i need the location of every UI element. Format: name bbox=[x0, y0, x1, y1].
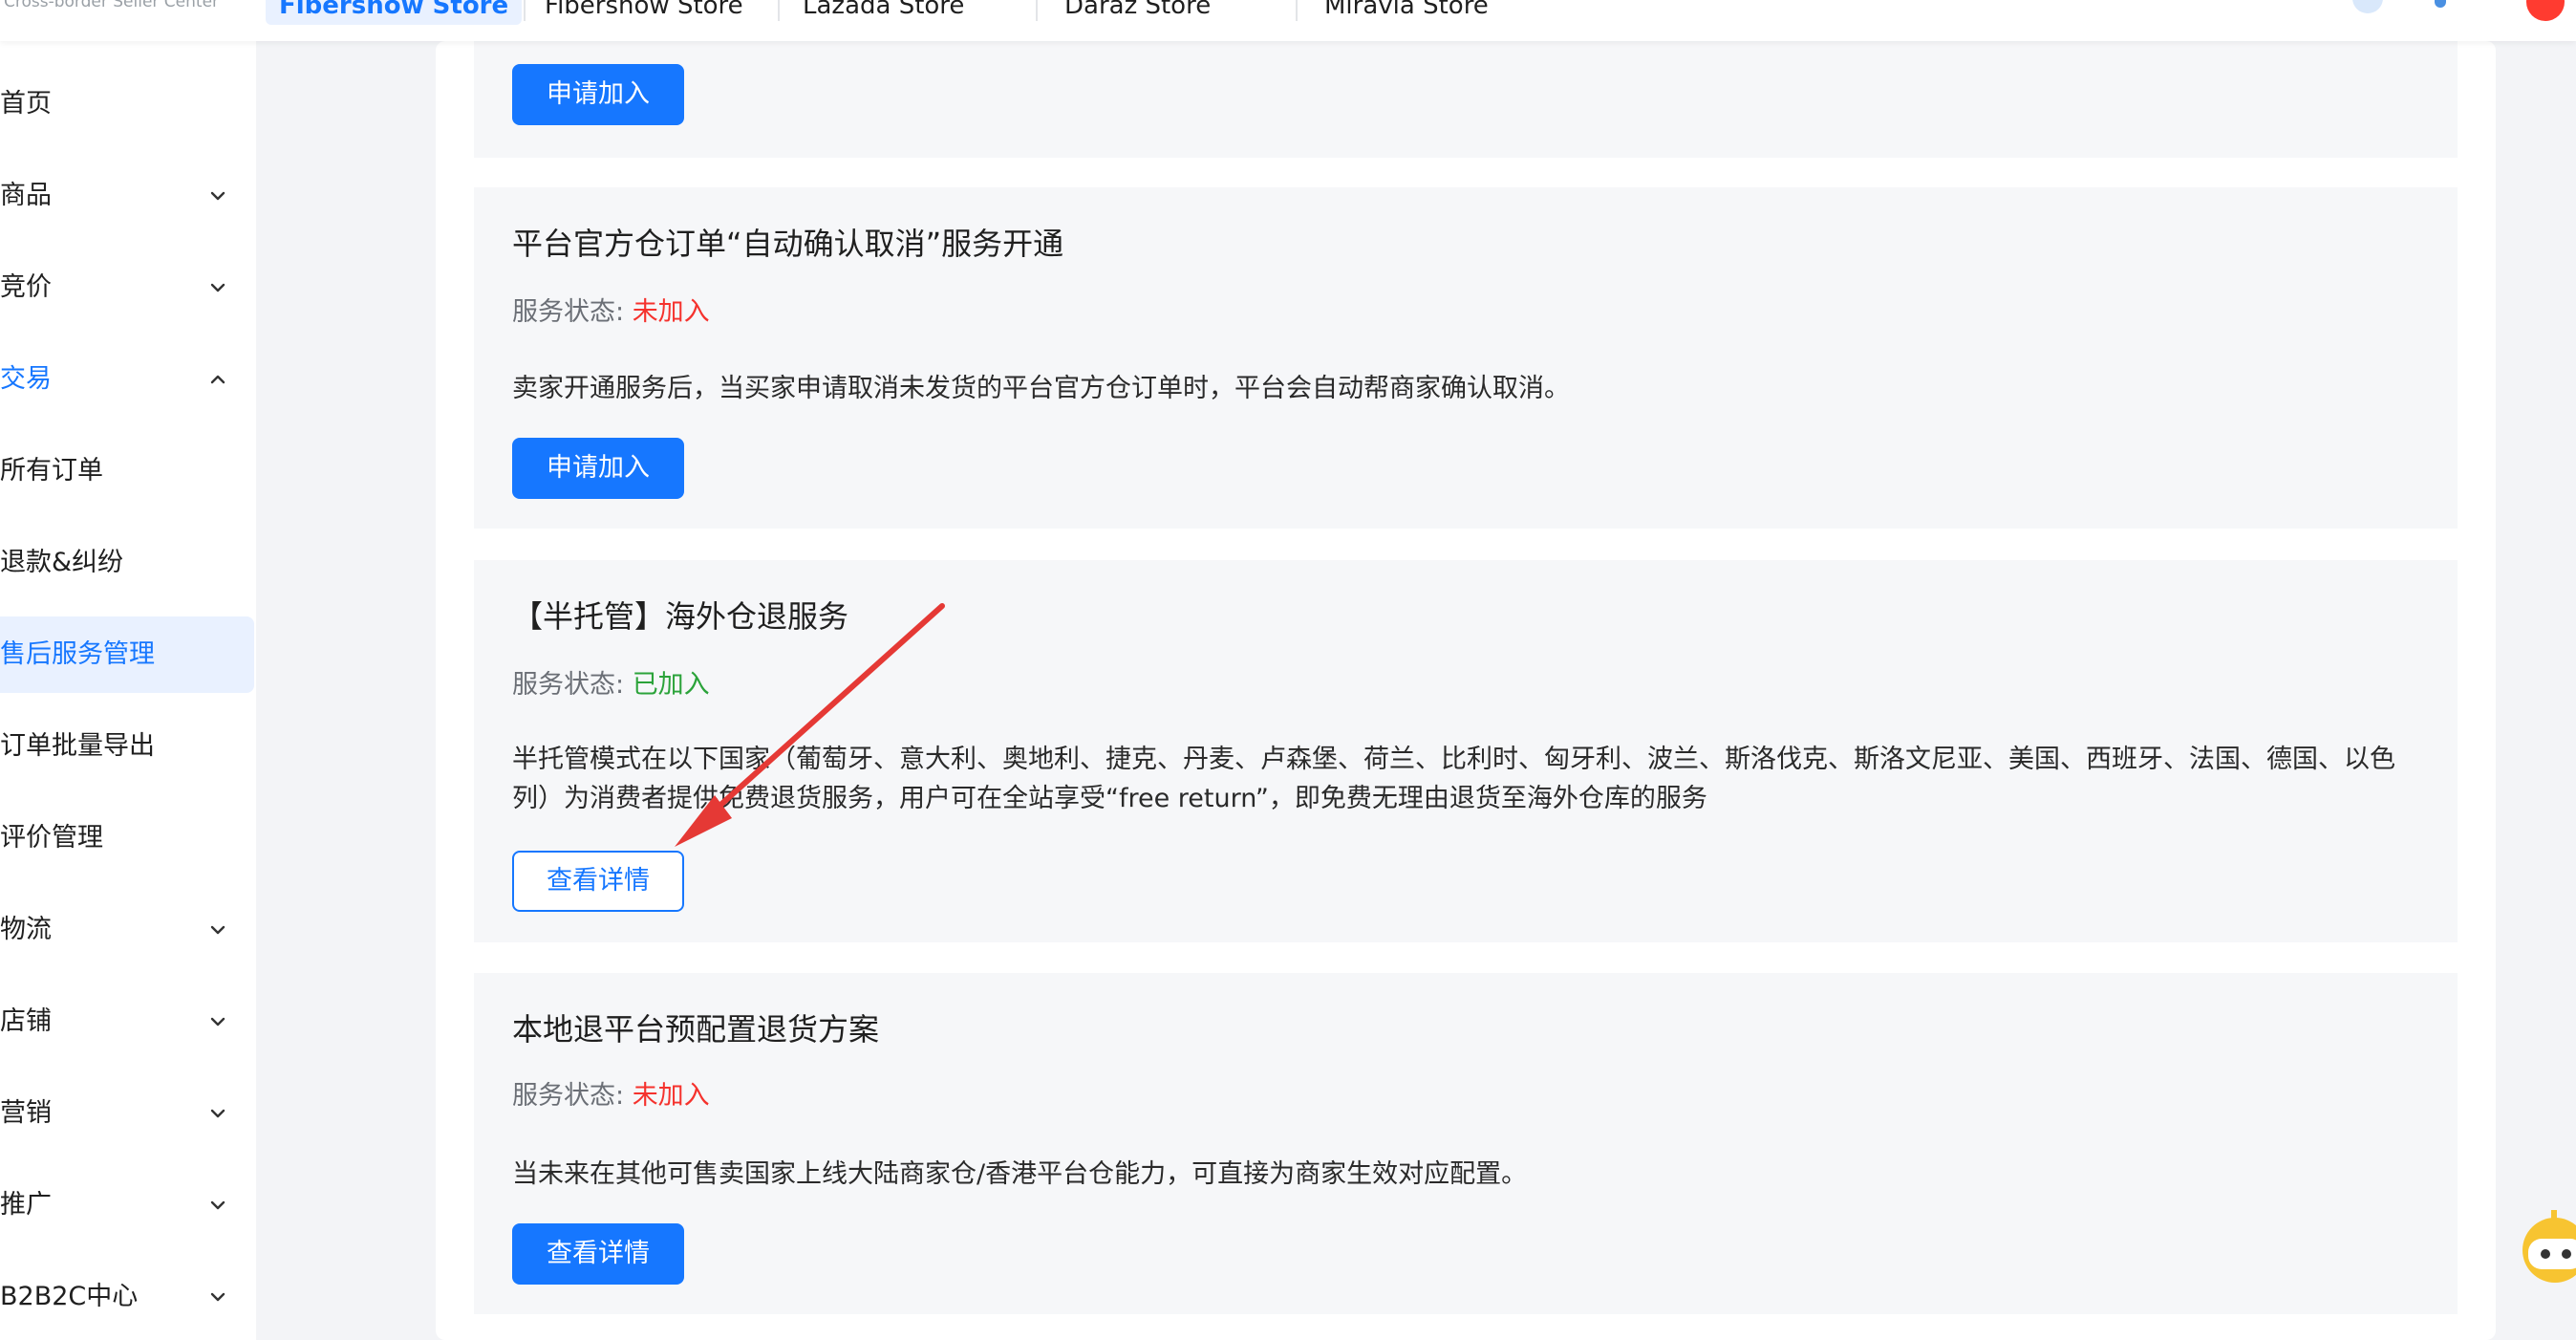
sidebar-item-marketing[interactable]: 营销 bbox=[0, 1075, 254, 1152]
chevron-down-icon bbox=[210, 283, 225, 292]
sidebar-item-label: 订单批量导出 bbox=[0, 731, 155, 761]
sidebar: 首页 商品 竞价 交易 所有订单 退款&纠纷 售后服务管理 订单批量导出 评价管… bbox=[0, 41, 256, 1340]
chevron-down-icon bbox=[210, 1200, 225, 1210]
sidebar-item-label: 店铺 bbox=[0, 1006, 52, 1036]
sidebar-item-label: B2B2C中心 bbox=[0, 1282, 139, 1311]
sidebar-item-promotion[interactable]: 推广 bbox=[0, 1167, 254, 1243]
brand-subtitle: Cross-border Seller Center bbox=[4, 0, 220, 11]
sidebar-item-label: 所有订单 bbox=[0, 456, 103, 486]
tab-divider bbox=[1296, 0, 1298, 21]
help-icon[interactable] bbox=[2435, 0, 2446, 8]
service-title: 本地退平台预配置退货方案 bbox=[512, 1011, 880, 1048]
store-tab-fibershow-1[interactable]: Fibershow Store bbox=[266, 0, 523, 25]
sidebar-item-logistics[interactable]: 物流 bbox=[0, 892, 254, 968]
service-title: 【半托管】海外仓退服务 bbox=[512, 598, 849, 635]
service-description: 当未来在其他可售卖国家上线大陆商家仓/香港平台仓能力，可直接为商家生效对应配置。 bbox=[512, 1159, 1528, 1189]
tab-divider bbox=[1036, 0, 1038, 21]
user-avatar-icon[interactable] bbox=[2526, 0, 2565, 21]
top-bar: Cross-border Seller Center Fibershow Sto… bbox=[0, 0, 2576, 41]
store-tab-lazada[interactable]: Lazada Store bbox=[789, 0, 977, 25]
tab-divider bbox=[778, 0, 780, 21]
store-tab-fibershow-2[interactable]: Fibershow Store bbox=[531, 0, 757, 25]
store-tab-miravia[interactable]: Miravia Store bbox=[1311, 0, 1502, 25]
sidebar-item-bulk-order-export[interactable]: 订单批量导出 bbox=[0, 708, 254, 785]
sidebar-item-label: 物流 bbox=[0, 915, 52, 944]
service-status-label: 服务状态: bbox=[512, 670, 633, 700]
service-card: 【半托管】海外仓退服务 服务状态: 已加入 半托管模式在以下国家（葡萄牙、意大利… bbox=[474, 560, 2458, 942]
service-card: 申请加入 bbox=[474, 41, 2458, 158]
sidebar-item-label: 营销 bbox=[0, 1098, 52, 1128]
chevron-down-icon bbox=[210, 191, 225, 201]
tab-divider bbox=[524, 0, 526, 21]
service-description: 半托管模式在以下国家（葡萄牙、意大利、奥地利、捷克、丹麦、卢森堡、荷兰、比利时、… bbox=[512, 745, 2395, 813]
view-details-button[interactable]: 查看详情 bbox=[512, 1223, 684, 1285]
service-status: 服务状态: 未加入 bbox=[512, 291, 710, 328]
status-badge: 未加入 bbox=[632, 1081, 710, 1111]
sidebar-item-review-management[interactable]: 评价管理 bbox=[0, 800, 254, 876]
service-status: 服务状态: 未加入 bbox=[512, 1074, 710, 1112]
service-description: 卖家开通服务后，当买家申请取消未发货的平台官方仓订单时，平台会自动帮商家确认取消… bbox=[512, 374, 1570, 403]
assistant-robot-icon[interactable] bbox=[2519, 1202, 2576, 1290]
sidebar-item-after-sales-management[interactable]: 售后服务管理 bbox=[0, 616, 254, 693]
service-card: 平台官方仓订单“自动确认取消”服务开通 服务状态: 未加入 卖家开通服务后，当买… bbox=[474, 187, 2458, 529]
chevron-down-icon bbox=[210, 1292, 225, 1302]
sidebar-item-all-orders[interactable]: 所有订单 bbox=[0, 433, 254, 509]
sidebar-item-store[interactable]: 店铺 bbox=[0, 983, 254, 1060]
chevron-down-icon bbox=[210, 1017, 225, 1027]
service-card: 本地退平台预配置退货方案 服务状态: 未加入 当未来在其他可售卖国家上线大陆商家… bbox=[474, 973, 2458, 1314]
sidebar-item-transactions[interactable]: 交易 bbox=[0, 341, 254, 418]
store-tab-daraz[interactable]: Daraz Store bbox=[1051, 0, 1224, 25]
service-status-label: 服务状态: bbox=[512, 297, 633, 327]
service-status: 服务状态: 已加入 bbox=[512, 663, 710, 701]
chevron-down-icon bbox=[210, 1109, 225, 1118]
chevron-down-icon bbox=[210, 925, 225, 935]
sidebar-item-label: 交易 bbox=[0, 364, 52, 394]
status-badge: 已加入 bbox=[632, 670, 710, 700]
sidebar-item-label: 退款&纠纷 bbox=[0, 548, 124, 577]
sidebar-item-refunds-disputes[interactable]: 退款&纠纷 bbox=[0, 525, 254, 601]
service-title: 平台官方仓订单“自动确认取消”服务开通 bbox=[512, 226, 1064, 262]
sidebar-item-label: 商品 bbox=[0, 181, 52, 210]
sidebar-item-label: 首页 bbox=[0, 89, 52, 119]
service-status-label: 服务状态: bbox=[512, 1081, 633, 1111]
sidebar-item-home[interactable]: 首页 bbox=[0, 66, 254, 142]
sidebar-item-products[interactable]: 商品 bbox=[0, 158, 254, 234]
chevron-up-icon bbox=[210, 375, 225, 384]
status-badge: 未加入 bbox=[632, 297, 710, 327]
apply-join-button[interactable]: 申请加入 bbox=[512, 64, 684, 125]
sidebar-item-label: 评价管理 bbox=[0, 823, 103, 853]
sidebar-item-bidding[interactable]: 竞价 bbox=[0, 249, 254, 326]
globe-icon[interactable] bbox=[2352, 0, 2383, 13]
apply-join-button[interactable]: 申请加入 bbox=[512, 438, 684, 499]
sidebar-item-label: 售后服务管理 bbox=[0, 639, 155, 669]
view-details-button[interactable]: 查看详情 bbox=[512, 851, 684, 912]
sidebar-item-b2b2c-center[interactable]: B2B2C中心 bbox=[0, 1259, 254, 1335]
sidebar-item-label: 竞价 bbox=[0, 272, 52, 302]
sidebar-item-label: 推广 bbox=[0, 1190, 52, 1220]
